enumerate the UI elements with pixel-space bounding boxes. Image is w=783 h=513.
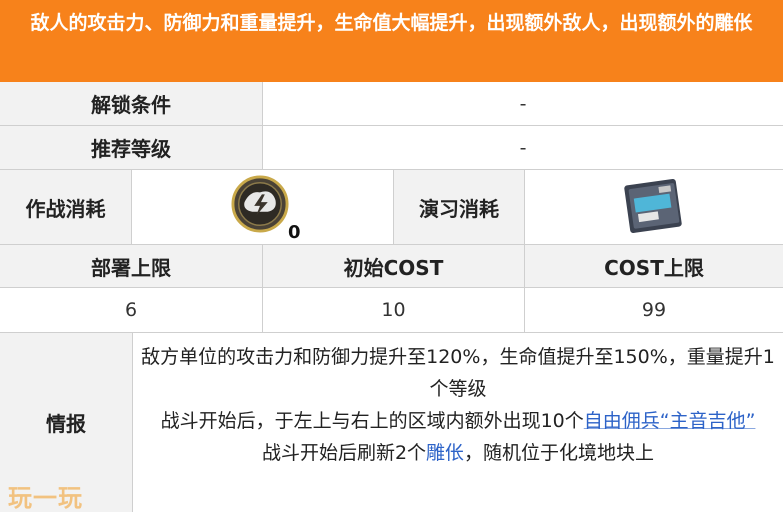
stage-title: 敌人的攻击力、防御力和重量提升，生命值大幅提升，出现额外敌人，出现额外的雕伥 [0, 0, 783, 82]
mercenary-guitar-link[interactable]: 自由佣兵“主音吉他” [584, 410, 756, 432]
info-line-2: 战斗开始后，于左上与右上的区域内额外出现10个自由佣兵“主音吉他” [141, 405, 775, 437]
initial-cost-value: 10 [263, 288, 525, 333]
battle-cost-group: 0 [230, 175, 301, 243]
deploy-limit-value: 6 [0, 288, 263, 333]
battle-cost-label: 作战消耗 [0, 170, 132, 245]
info-line-3: 战斗开始后刷新2个雕伥，随机位于化境地块上 [141, 437, 775, 469]
practice-cost-label: 演习消耗 [394, 170, 525, 245]
practice-cost-value [525, 170, 783, 245]
battle-cost-amount: 0 [287, 222, 301, 243]
cost-limit-header: COST上限 [525, 245, 783, 288]
cost-limit-value: 99 [525, 288, 783, 333]
recommended-level-label: 推荐等级 [0, 126, 263, 170]
site-watermark: 玩一玩 [8, 484, 83, 512]
initial-cost-header: 初始COST [263, 245, 525, 288]
info-line-3-text: 战斗开始后刷新2个 [261, 442, 427, 464]
battle-cost-value: 0 [132, 170, 394, 245]
deploy-limit-header: 部署上限 [0, 245, 263, 288]
info-line-3-suffix: ，随机位于化境地块上 [464, 442, 655, 464]
info-line-2-text: 战斗开始后，于左上与右上的区域内额外出现10个 [160, 410, 584, 432]
info-content: 敌方单位的攻击力和防御力提升至120%，生命值提升至150%，重量提升1个等级 … [133, 333, 783, 512]
sanity-lightning-icon [230, 175, 289, 233]
practice-ticket-icon [624, 179, 682, 233]
recommended-level-value: - [263, 126, 783, 170]
stage-info-table: 敌人的攻击力、防御力和重量提升，生命值大幅提升，出现额外敌人，出现额外的雕伥 解… [0, 0, 783, 512]
unlock-value: - [263, 82, 783, 126]
info-line-1: 敌方单位的攻击力和防御力提升至120%，生命值提升至150%，重量提升1个等级 [141, 346, 775, 400]
unlock-label: 解锁条件 [0, 82, 263, 126]
diaochang-link[interactable]: 雕伥 [426, 442, 464, 464]
